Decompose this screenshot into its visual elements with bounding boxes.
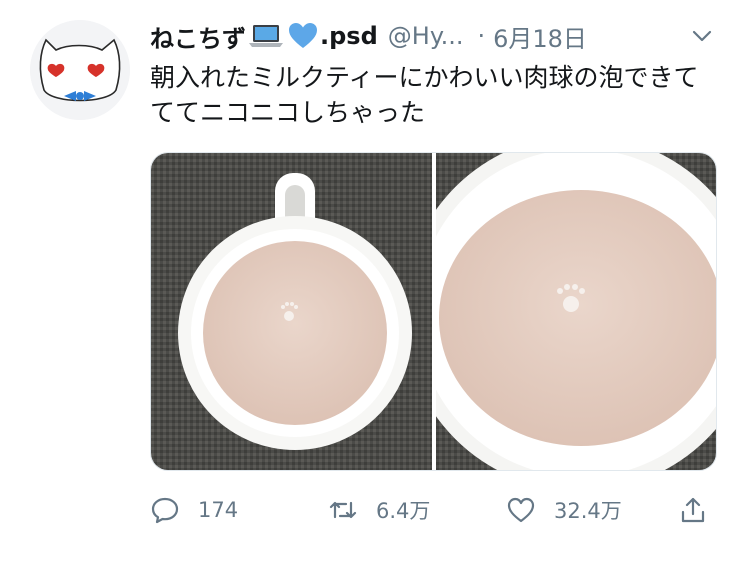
chevron-down-icon[interactable] (688, 22, 716, 50)
tweet-actions: 174 6.4万 32.4万 (150, 490, 720, 530)
display-name[interactable]: ねこちず (150, 19, 246, 54)
share-button[interactable] (678, 490, 726, 530)
laptop-icon (248, 23, 284, 49)
blue-heart-icon (288, 22, 318, 50)
retweet-count: 6.4万 (376, 499, 431, 523)
like-count: 32.4万 (554, 499, 622, 523)
tweet-date[interactable]: 6月18日 (493, 19, 587, 54)
user-handle[interactable]: @Hy... (388, 22, 464, 50)
media-image-2[interactable] (403, 153, 717, 471)
avatar[interactable] (30, 20, 130, 120)
heart-icon (507, 497, 535, 523)
tweet-media[interactable] (150, 152, 717, 471)
reply-icon (151, 497, 179, 524)
share-icon (681, 497, 705, 523)
retweet-icon (329, 501, 357, 519)
retweet-button[interactable]: 6.4万 (328, 490, 430, 530)
reply-button[interactable]: 174 (150, 490, 238, 530)
tweet-header: ねこちず .psd @Hy... · 6月18日 (150, 18, 587, 54)
media-image-1[interactable] (151, 153, 432, 471)
cat-face-icon (30, 20, 130, 120)
separator-dot: · (477, 22, 486, 50)
reply-count: 174 (198, 498, 239, 522)
display-name-suffix: .psd (320, 22, 378, 50)
like-button[interactable]: 32.4万 (506, 490, 622, 530)
tweet-text: 朝入れたミルクティーにかわいい肉球の泡できてててニコニコしちゃった (150, 63, 699, 127)
